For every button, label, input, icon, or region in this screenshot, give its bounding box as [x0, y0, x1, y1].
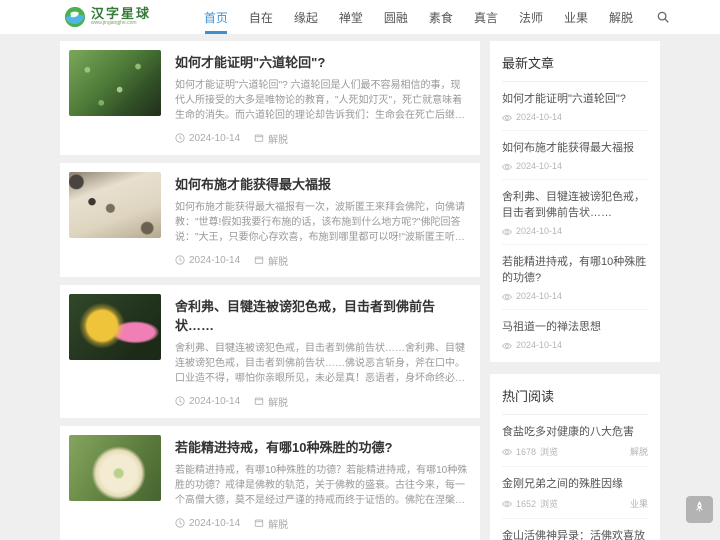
article-date: 2024-10-14 [189, 396, 241, 407]
latest-item-date: 2024-10-14 [516, 161, 563, 171]
article-card[interactable]: 如何才能证明"六道轮回"? 如何才能证明"六道轮回"? 六道轮回是人们最不容易相… [60, 41, 480, 155]
article-meta: 2024-10-14 解脱 [175, 253, 468, 268]
nav-item-jietuo[interactable]: 解脱 [609, 0, 633, 34]
clock-icon [175, 396, 185, 407]
eye-icon [502, 161, 512, 171]
latest-item[interactable]: 如何才能证明"六道轮回"? 2024-10-14 [502, 82, 648, 131]
article-thumbnail[interactable] [69, 294, 161, 360]
nav-item-home[interactable]: 首页 [204, 0, 228, 34]
article-thumbnail[interactable] [69, 172, 161, 238]
latest-item-date: 2024-10-14 [516, 340, 563, 350]
latest-item-title[interactable]: 舍利弗、目犍连被谤犯色戒，目击者到佛前告状…… [502, 189, 648, 221]
latest-item-title[interactable]: 马祖道一的禅法思想 [502, 319, 648, 335]
eye-icon [502, 112, 512, 122]
hot-item[interactable]: 金刚兄弟之间的殊胜因缘 1652 浏览 业果 [502, 467, 648, 519]
clock-icon [175, 518, 185, 529]
hot-item-category[interactable]: 业果 [630, 497, 648, 510]
article-title[interactable]: 若能精进持戒，有哪10种殊胜的功德? [175, 437, 468, 456]
article-date: 2024-10-14 [189, 133, 241, 144]
article-title[interactable]: 如何布施才能获得最大福报 [175, 174, 468, 193]
latest-item[interactable]: 若能精进持戒，有哪10种殊胜的功德? 2024-10-14 [502, 245, 648, 310]
article-category[interactable]: 解脱 [268, 253, 288, 268]
article-excerpt: 若能精进持戒，有哪10种殊胜的功德？若能精进持戒，有哪10种殊胜的功德？戒律是佛… [175, 465, 468, 506]
site-url: www.jingangjhe.com [91, 20, 137, 27]
latest-item-title[interactable]: 如何布施才能获得最大福报 [502, 140, 648, 156]
latest-articles-card: 最新文章 如何才能证明"六道轮回"? 2024-10-14 如何布施才能获得最大… [490, 41, 660, 362]
hot-item[interactable]: 食盐吃多对健康的八大危害 1678 浏览 解脱 [502, 415, 648, 467]
main-nav: 首页 自在 缘起 禅堂 圆融 素食 真言 法师 业果 解脱 [204, 0, 670, 34]
category-icon [254, 518, 264, 529]
hot-item-title[interactable]: 金山活佛神异录：活佛欢喜放生 [502, 528, 648, 540]
article-thumbnail[interactable] [69, 435, 161, 501]
article-list: 如何才能证明"六道轮回"? 如何才能证明"六道轮回"? 六道轮回是人们最不容易相… [60, 41, 480, 540]
nav-item-yuanrong[interactable]: 圆融 [384, 0, 408, 34]
category-icon [254, 255, 264, 266]
eye-icon [502, 291, 512, 301]
rocket-icon [692, 500, 707, 520]
article-category[interactable]: 解脱 [268, 516, 288, 531]
hot-reading-card: 热门阅读 食盐吃多对健康的八大危害 1678 浏览 解脱 金刚兄弟之间的殊胜因缘 … [490, 374, 660, 540]
article-meta: 2024-10-14 解脱 [175, 394, 468, 409]
main-content: 如何才能证明"六道轮回"? 如何才能证明"六道轮回"? 六道轮回是人们最不容易相… [0, 34, 720, 540]
article-excerpt: 如何布施才能获得最大福报有一次，波斯匿王来拜会佛陀，向佛请教："世尊!假如我要行… [175, 202, 465, 243]
latest-item-title[interactable]: 如何才能证明"六道轮回"? [502, 91, 648, 107]
article-title[interactable]: 如何才能证明"六道轮回"? [175, 52, 468, 71]
latest-articles-title: 最新文章 [502, 53, 648, 82]
nav-item-sushi[interactable]: 素食 [429, 0, 453, 34]
nav-item-yeguo[interactable]: 业果 [564, 0, 588, 34]
nav-item-yuanqi[interactable]: 缘起 [294, 0, 318, 34]
site-logo[interactable]: 汉字星球 www.jingangjhe.com [64, 6, 151, 28]
hot-item-title[interactable]: 食盐吃多对健康的八大危害 [502, 424, 648, 440]
article-thumbnail[interactable] [69, 50, 161, 116]
article-category[interactable]: 解脱 [268, 394, 288, 409]
article-excerpt: 如何才能证明"六道轮回"? 六道轮回是人们最不容易相信的事，现代人所接受的大多是… [175, 80, 465, 121]
back-to-top-button[interactable] [686, 496, 713, 523]
eye-icon [502, 226, 512, 236]
hot-reading-title: 热门阅读 [502, 386, 648, 415]
sidebar: 最新文章 如何才能证明"六道轮回"? 2024-10-14 如何布施才能获得最大… [490, 41, 660, 540]
hot-item[interactable]: 金山活佛神异录：活佛欢喜放生 1537浏览 缘起 [502, 519, 648, 540]
clock-icon [175, 255, 185, 266]
article-category[interactable]: 解脱 [268, 131, 288, 146]
article-title[interactable]: 舍利弗、目犍连被谤犯色戒，目击者到佛前告状…… [175, 296, 468, 334]
hot-item-views: 1652 [516, 498, 537, 509]
latest-item[interactable]: 如何布施才能获得最大福报 2024-10-14 [502, 131, 648, 180]
views-label: 浏览 [540, 447, 559, 457]
latest-item[interactable]: 马祖道一的禅法思想 2024-10-14 [502, 310, 648, 358]
article-meta: 2024-10-14 解脱 [175, 516, 468, 531]
latest-item-date: 2024-10-14 [516, 226, 563, 236]
article-card[interactable]: 若能精进持戒，有哪10种殊胜的功德? 若能精进持戒，有哪10种殊胜的功德？若能精… [60, 426, 480, 540]
site-header: 汉字星球 www.jingangjhe.com 首页 自在 缘起 禅堂 圆融 素… [0, 0, 720, 34]
hot-item-views: 1678 [516, 446, 537, 457]
logo-globe-icon [64, 6, 86, 28]
article-card[interactable]: 如何布施才能获得最大福报 如何布施才能获得最大福报有一次，波斯匿王来拜会佛陀，向… [60, 163, 480, 277]
search-icon[interactable] [656, 0, 670, 34]
views-label: 浏览 [540, 499, 559, 509]
clock-icon [175, 133, 185, 144]
latest-item-date: 2024-10-14 [516, 112, 563, 122]
site-name: 汉字星球 [91, 6, 152, 22]
hot-item-category[interactable]: 解脱 [630, 445, 648, 458]
nav-item-zizai[interactable]: 自在 [249, 0, 273, 34]
latest-item[interactable]: 舍利弗、目犍连被谤犯色戒，目击者到佛前告状…… 2024-10-14 [502, 180, 648, 245]
eye-icon [502, 499, 512, 509]
category-icon [254, 396, 264, 407]
nav-item-zhenyan[interactable]: 真言 [474, 0, 498, 34]
article-excerpt: 舍利弗、目犍连被谤犯色戒，目击者到佛前告状……舍利弗、目犍连被谤犯色戒，目击者到… [175, 343, 465, 384]
eye-icon [502, 340, 512, 350]
article-date: 2024-10-14 [189, 518, 241, 529]
article-date: 2024-10-14 [189, 255, 241, 266]
category-icon [254, 133, 264, 144]
nav-item-chantang[interactable]: 禅堂 [339, 0, 363, 34]
article-meta: 2024-10-14 解脱 [175, 131, 468, 146]
nav-item-fashi[interactable]: 法师 [519, 0, 543, 34]
latest-item-title[interactable]: 若能精进持戒，有哪10种殊胜的功德? [502, 254, 648, 286]
eye-icon [502, 447, 512, 457]
hot-item-title[interactable]: 金刚兄弟之间的殊胜因缘 [502, 476, 648, 492]
article-card[interactable]: 舍利弗、目犍连被谤犯色戒，目击者到佛前告状…… 舍利弗、目犍连被谤犯色戒，目击者… [60, 285, 480, 418]
latest-item-date: 2024-10-14 [516, 291, 563, 301]
